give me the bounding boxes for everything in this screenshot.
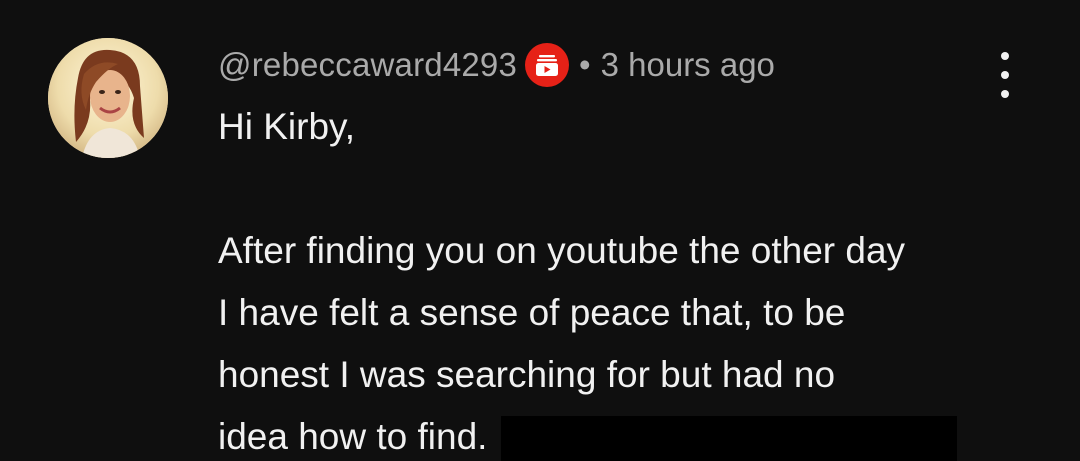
comment-greeting: Hi Kirby, [218,106,356,147]
more-vert-icon[interactable] [988,52,1022,98]
avatar[interactable] [48,38,168,158]
redaction-block [501,416,958,461]
comment-line-last: idea how to find. [218,406,1038,461]
comment-line: I have felt a sense of peace that, to be [218,292,846,333]
comment-card: @rebeccaward4293 • 3 hours ago Hi Kirby,… [0,0,1080,461]
comment-header: @rebeccaward4293 • 3 hours ago [218,42,775,88]
author-name[interactable]: @rebeccaward4293 [218,46,517,84]
comment-line: idea how to find. [218,416,488,457]
dot [1001,71,1009,79]
comment-timestamp[interactable]: 3 hours ago [601,46,775,84]
comment-body: Hi Kirby, After finding you on youtube t… [218,96,1038,461]
membership-badge-icon [525,43,570,87]
comment-line: After finding you on youtube the other d… [218,230,906,271]
comment-line: honest I was searching for but had no [218,354,836,395]
meta-separator: • [579,46,591,83]
avatar-photo [48,38,168,158]
dot [1001,52,1009,60]
